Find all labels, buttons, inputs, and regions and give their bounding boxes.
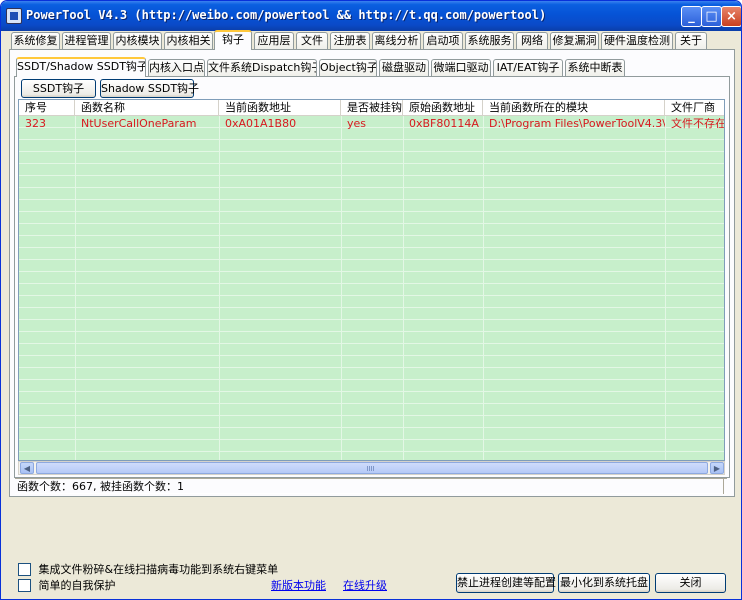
col-header-file-vendor[interactable]: 文件厂商	[665, 100, 724, 116]
self-protection-checkbox-label: 简单的自我保护	[38, 579, 116, 592]
col-header-index[interactable]: 序号	[19, 100, 75, 116]
scroll-left-icon[interactable]: ◀	[20, 462, 34, 474]
shadow-ssdt-hooks-button[interactable]: Shadow SSDT钩子	[100, 79, 199, 98]
tab-hooks[interactable]: 钩子	[214, 30, 252, 50]
main-tab-strip: 系统修复 进程管理 内核模块 内核相关 钩子 应用层 文件 注册表 离线分析 启…	[1, 30, 741, 50]
col-header-current-module[interactable]: 当前函数所在的模块	[483, 100, 665, 116]
tab-patch-vulnerabilities[interactable]: 修复漏洞	[550, 32, 599, 49]
tab-user-mode[interactable]: 应用层	[254, 32, 294, 49]
subtab-interrupt-table[interactable]: 系统中断表	[565, 59, 625, 76]
horizontal-scrollbar[interactable]: ◀ ▶	[18, 461, 725, 475]
column-divider	[665, 116, 666, 460]
tab-offline-analysis[interactable]: 离线分析	[372, 32, 421, 49]
context-menu-integration-option[interactable]: 集成文件粉碎&在线扫描病毒功能到系统右键菜单	[18, 563, 278, 577]
tab-hardware-temperature[interactable]: 硬件温度检测	[601, 32, 673, 49]
sub-tab-strip: SSDT/Shadow SSDT钩子 内核入口点 文件系统Dispatch钩子 …	[1, 57, 741, 77]
subtab-miniport-driver[interactable]: 微端口驱动	[431, 59, 491, 76]
self-protection-option[interactable]: 简单的自我保护	[18, 579, 116, 593]
close-window-button[interactable]: ×	[721, 6, 741, 27]
tab-registry[interactable]: 注册表	[330, 32, 370, 49]
col-header-original-address[interactable]: 原始函数地址	[403, 100, 483, 116]
close-button[interactable]: 关闭	[655, 573, 726, 593]
tab-process-manager[interactable]: 进程管理	[62, 32, 111, 49]
context-menu-checkbox[interactable]	[18, 563, 31, 576]
minimize-to-tray-button[interactable]: 最小化到系统托盘	[558, 573, 650, 593]
column-divider	[75, 116, 76, 460]
block-process-creation-config-button[interactable]: 禁止进程创建等配置	[456, 573, 556, 593]
app-window: PowerTool V4.3 (http://weibo.com/powerto…	[0, 0, 742, 600]
grip-icon	[367, 466, 375, 471]
column-divider	[403, 116, 404, 460]
table-body: 323 NtUserCallOneParam 0xA01A1B80 yes 0x…	[19, 116, 725, 460]
cell-file-vendor: 文件不存在	[671, 118, 725, 130]
tab-kernel-related[interactable]: 内核相关	[164, 32, 213, 49]
col-header-function-name[interactable]: 函数名称	[75, 100, 219, 116]
hooks-table[interactable]: 序号 函数名称 当前函数地址 是否被挂钩 原始函数地址 当前函数所在的模块 文件…	[18, 99, 725, 461]
title-bar[interactable]: PowerTool V4.3 (http://weibo.com/powerto…	[1, 1, 741, 31]
window-title: PowerTool V4.3 (http://weibo.com/powerto…	[26, 8, 547, 22]
tab-files[interactable]: 文件	[296, 32, 328, 49]
subtab-fs-dispatch[interactable]: 文件系统Dispatch钩子	[207, 59, 317, 76]
ssdt-hooks-button[interactable]: SSDT钩子	[21, 79, 96, 98]
maximize-button[interactable]: □	[701, 6, 722, 27]
status-divider	[723, 478, 727, 494]
cell-current-address: 0xA01A1B80	[225, 118, 297, 130]
minimize-button[interactable]: _	[681, 6, 702, 27]
scroll-thumb[interactable]	[36, 462, 708, 474]
cell-original-address: 0xBF80114A	[409, 118, 479, 130]
subtab-ssdt-shadow-ssdt[interactable]: SSDT/Shadow SSDT钩子	[16, 57, 146, 77]
scroll-right-icon[interactable]: ▶	[710, 462, 724, 474]
cell-index: 323	[25, 118, 46, 130]
col-header-current-address[interactable]: 当前函数地址	[219, 100, 341, 116]
tab-system-services[interactable]: 系统服务	[465, 32, 514, 49]
subtab-disk-driver[interactable]: 磁盘驱动	[379, 59, 429, 76]
status-bar: 函数个数：667, 被挂函数个数：1	[15, 478, 727, 494]
table-row[interactable]: 323 NtUserCallOneParam 0xA01A1B80 yes 0x…	[19, 118, 725, 130]
tab-startup[interactable]: 启动项	[423, 32, 463, 49]
self-protection-checkbox[interactable]	[18, 579, 31, 592]
cell-current-module: D:\Program Files\PowerToolV4.3\...	[489, 118, 665, 130]
column-divider	[341, 116, 342, 460]
cell-is-hooked: yes	[347, 118, 367, 130]
column-divider	[219, 116, 220, 460]
col-header-is-hooked[interactable]: 是否被挂钩	[341, 100, 403, 116]
subtab-kernel-entry[interactable]: 内核入口点	[148, 59, 205, 76]
cell-function-name: NtUserCallOneParam	[81, 118, 197, 130]
app-icon	[6, 8, 22, 24]
online-upgrade-link[interactable]: 在线升级	[343, 577, 387, 593]
tab-network[interactable]: 网络	[516, 32, 548, 49]
subtab-object-hooks[interactable]: Object钩子	[319, 59, 377, 76]
tab-kernel-modules[interactable]: 内核模块	[113, 32, 162, 49]
table-header: 序号 函数名称 当前函数地址 是否被挂钩 原始函数地址 当前函数所在的模块 文件…	[19, 100, 724, 116]
subtab-iat-eat[interactable]: IAT/EAT钩子	[493, 59, 563, 76]
column-divider	[483, 116, 484, 460]
context-menu-checkbox-label: 集成文件粉碎&在线扫描病毒功能到系统右键菜单	[38, 563, 279, 576]
tab-system-repair[interactable]: 系统修复	[11, 32, 60, 49]
new-features-link[interactable]: 新版本功能	[271, 577, 326, 593]
tab-about[interactable]: 关于	[675, 32, 707, 49]
